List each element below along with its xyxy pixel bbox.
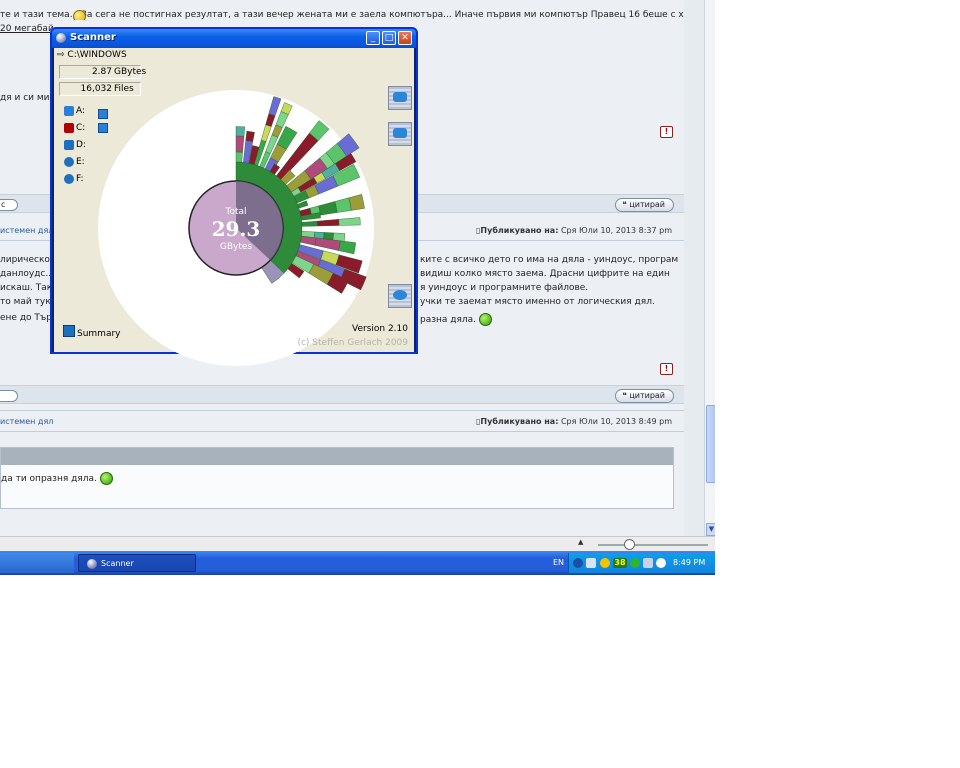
refresh-icon[interactable]: [388, 284, 412, 308]
desktop-screen: те и тази тема. За сега не постигнах рез…: [0, 0, 715, 575]
network-icon[interactable]: [586, 558, 596, 568]
back-arrow-icon[interactable]: ⇨: [57, 50, 67, 60]
tray-app-icon[interactable]: [600, 558, 610, 568]
summary-toggle[interactable]: Summary: [63, 325, 121, 339]
close-button[interactable]: ✕: [398, 31, 412, 45]
total-value: 29.3: [212, 217, 261, 241]
report-icon[interactable]: !: [660, 363, 673, 375]
minimize-button[interactable]: _: [366, 31, 380, 45]
post-meta: ▯Публикувано на: Сря Юли 10, 2013 8:49 p…: [476, 417, 673, 426]
smiley-icon: [99, 472, 113, 485]
taskbar: Scanner EN 38 8:49 PM: [0, 551, 715, 575]
floppy-drive-icon: [64, 106, 74, 116]
sunburst-segment[interactable]: [235, 135, 245, 153]
volume-icon[interactable]: [643, 558, 653, 568]
tray-shield-icon[interactable]: [656, 558, 666, 568]
zoom-bar: ▲: [0, 536, 715, 552]
language-indicator[interactable]: EN: [553, 558, 564, 567]
post-right-line: я уиндоус и програмните файлове.: [420, 283, 589, 293]
cd-drive-icon: [64, 157, 74, 167]
start-area[interactable]: [0, 553, 74, 573]
scroll-down-button[interactable]: ▼: [706, 523, 715, 536]
zoom-slider-track[interactable]: [598, 544, 708, 546]
quote-header: [1, 448, 673, 465]
divider: [0, 431, 684, 432]
total-label: Total: [224, 207, 246, 217]
delete-tool-icon[interactable]: [388, 86, 412, 110]
drive-icon: [64, 140, 74, 150]
system-tray: EN 38 8:49 PM: [553, 553, 715, 573]
summary-icon: [63, 325, 75, 337]
scanner-app-icon: [56, 33, 66, 43]
total-unit: GBytes: [220, 242, 253, 252]
cd-drive-icon: [64, 174, 74, 184]
copyright-label: (c) Steffen Gerlach 2009: [297, 338, 408, 348]
sunburst-segment[interactable]: [235, 151, 243, 163]
scanner-titlebar[interactable]: Scanner _ □ ✕: [52, 29, 416, 48]
quote-button[interactable]: ❝ цитирай: [615, 389, 674, 403]
post-right-line: ките с всичко дето го има на дяла - уинд…: [420, 255, 679, 265]
tray-badge-icon[interactable]: 38: [613, 558, 627, 568]
quote-box: да ти опразня дяла.: [0, 447, 674, 509]
window-title: Scanner: [70, 32, 116, 43]
post-footer-bar: ❝ цитирай: [0, 385, 684, 404]
post-right-line: видиш колко място заема. Драсни цифрите …: [420, 269, 670, 279]
post-right-line: разна дяла.: [420, 313, 680, 326]
hard-drive-icon: [64, 123, 74, 133]
sunburst-chart[interactable]: Total 29.3 GBytes: [96, 88, 376, 368]
post-meta: ▯Публикувано на: Сря Юли 10, 2013 8:37 p…: [476, 226, 673, 235]
scanner-client: ⇨ C:\WINDOWS 2.87 GBytes 16,032 Files A:…: [54, 48, 414, 366]
post-author[interactable]: истемен дял: [0, 226, 53, 235]
report-icon[interactable]: !: [660, 126, 673, 138]
scanner-app-icon: [87, 559, 97, 569]
sunburst-segment[interactable]: [245, 130, 255, 142]
zoom-up-icon[interactable]: ▲: [578, 538, 583, 546]
sunburst-segment[interactable]: [235, 126, 245, 137]
current-path[interactable]: ⇨ C:\WINDOWS: [57, 50, 127, 60]
smiley-icon: [478, 313, 492, 326]
zoom-slider-knob[interactable]: [624, 539, 635, 550]
quote-button[interactable]: ❝ цитирай: [615, 198, 674, 212]
maximize-button[interactable]: □: [382, 31, 396, 45]
post-right-line: учки те заемат място именно от логически…: [420, 297, 655, 307]
divider: [0, 410, 684, 411]
tray-status-icon[interactable]: [630, 558, 640, 568]
version-label: Version 2.10: [352, 324, 408, 334]
tray-expand-icon[interactable]: [573, 558, 583, 568]
smiley-icon: [73, 10, 86, 20]
clock: 8:49 PM: [673, 558, 706, 567]
quote-line: да ти опразня дяла.: [1, 472, 113, 485]
profile-button[interactable]: с: [0, 199, 18, 211]
post-text-line: те и тази тема. За сега не постигнах рез…: [0, 10, 684, 20]
scanner-window: Scanner _ □ ✕ ⇨ C:\WINDOWS 2.87 GBytes 1…: [50, 27, 418, 366]
trash-tool-icon[interactable]: [388, 122, 412, 146]
scrollbar-thumb[interactable]: [706, 405, 715, 483]
post-author[interactable]: истемен дял: [0, 417, 53, 426]
size-readout: 2.87 GBytes: [59, 65, 146, 79]
post-text-line-1: те и тази тема. За сега не постигнах рез…: [0, 10, 684, 20]
profile-button[interactable]: [0, 390, 18, 402]
vertical-scrollbar[interactable]: ▼: [704, 0, 715, 536]
taskbar-button-scanner[interactable]: Scanner: [78, 554, 196, 572]
